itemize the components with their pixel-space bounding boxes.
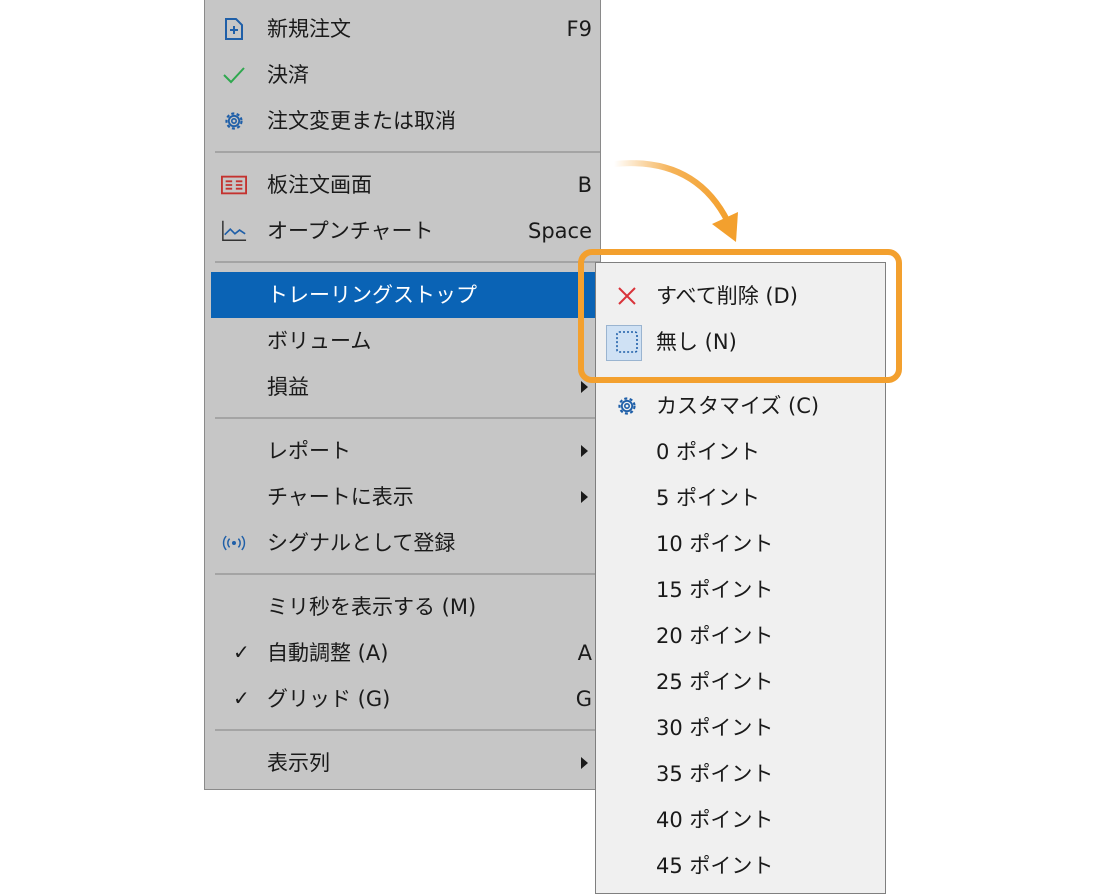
submenu-item-label: 10 ポイント (656, 532, 774, 556)
shortcut-label: F9 (566, 17, 592, 41)
submenu-item-points[interactable]: 30 ポイント (596, 705, 885, 751)
menu-item-modify-cancel[interactable]: 注文変更または取消 (211, 98, 600, 144)
menu-item-label: チャートに表示 (267, 485, 414, 509)
menu-item-label: レポート (267, 439, 351, 463)
menu-item-label: 決済 (267, 63, 309, 87)
callout-highlight-box (578, 249, 902, 383)
submenu-item-customize[interactable]: カスタマイズ (C) (596, 383, 885, 429)
menu-item-volume[interactable]: ボリューム (211, 318, 600, 364)
submenu-item-points[interactable]: 10 ポイント (596, 521, 885, 567)
signal-icon (221, 531, 247, 555)
submenu-item-label: 15 ポイント (656, 578, 774, 602)
menu-item-auto-adjust[interactable]: ✓ 自動調整 (A) A (211, 630, 600, 676)
menu-item-label: 新規注文 (267, 17, 351, 41)
submenu-item-label: 5 ポイント (656, 486, 761, 510)
menu-item-grid[interactable]: ✓ グリッド (G) G (211, 676, 600, 722)
menu-item-label: トレーリングストップ (267, 283, 477, 307)
menu-item-register-signal[interactable]: シグナルとして登録 (211, 520, 600, 566)
submenu-item-points[interactable]: 20 ポイント (596, 613, 885, 659)
menu-separator (215, 417, 600, 419)
submenu-item-label: 40 ポイント (656, 808, 774, 832)
submenu-item-label: 25 ポイント (656, 670, 774, 694)
order-board-icon (221, 173, 247, 197)
submenu-item-label: 30 ポイント (656, 716, 774, 740)
menu-item-report[interactable]: レポート (211, 428, 600, 474)
submenu-item-points[interactable]: 0 ポイント (596, 429, 885, 475)
menu-item-new-order[interactable]: 新規注文 F9 (211, 6, 600, 52)
menu-item-close-position[interactable]: 決済 (211, 52, 600, 98)
menu-item-label: ボリューム (267, 329, 372, 353)
menu-item-show-milliseconds[interactable]: ミリ秒を表示する (M) (211, 584, 600, 630)
gear-icon (221, 109, 247, 133)
shortcut-label: B (577, 173, 592, 197)
menu-item-label: 板注文画面 (267, 173, 372, 197)
shortcut-label: A (577, 641, 592, 665)
menu-item-label: 注文変更または取消 (267, 109, 456, 133)
menu-item-label: 表示列 (267, 751, 330, 775)
submenu-arrow-icon (581, 381, 588, 393)
submenu-item-label: カスタマイズ (C) (656, 394, 820, 418)
check-mark-icon: ✓ (233, 686, 250, 710)
check-mark-icon: ✓ (233, 640, 250, 664)
submenu-arrow-icon (581, 445, 588, 457)
submenu-item-points[interactable]: 15 ポイント (596, 567, 885, 613)
submenu-item-points[interactable]: 25 ポイント (596, 659, 885, 705)
shortcut-label: G (575, 687, 592, 711)
submenu-item-label: 20 ポイント (656, 624, 774, 648)
chart-icon (221, 219, 247, 243)
submenu-item-label: 45 ポイント (656, 854, 774, 878)
callout-arrow-icon (611, 160, 738, 242)
submenu-item-points[interactable]: 5 ポイント (596, 475, 885, 521)
menu-item-label: シグナルとして登録 (267, 531, 456, 555)
menu-separator (215, 573, 600, 575)
menu-item-trailing-stop[interactable]: トレーリングストップ (211, 272, 600, 318)
menu-item-label: オープンチャート (267, 219, 434, 243)
menu-item-order-board[interactable]: 板注文画面 B (211, 162, 600, 208)
menu-item-label: 自動調整 (A) (267, 641, 389, 665)
submenu-item-points[interactable]: 40 ポイント (596, 797, 885, 843)
menu-item-label: 損益 (267, 375, 309, 399)
submenu-item-label: 0 ポイント (656, 440, 761, 464)
menu-item-label: ミリ秒を表示する (M) (267, 595, 477, 619)
menu-separator (215, 261, 600, 263)
gear-icon (614, 394, 640, 418)
submenu-arrow-icon (581, 757, 588, 769)
submenu-arrow-icon (581, 491, 588, 503)
submenu-item-label: 35 ポイント (656, 762, 774, 786)
menu-item-show-on-chart[interactable]: チャートに表示 (211, 474, 600, 520)
menu-separator (215, 151, 600, 153)
menu-item-profit-loss[interactable]: 損益 (211, 364, 600, 410)
menu-item-label: グリッド (G) (267, 687, 391, 711)
menu-item-columns[interactable]: 表示列 (211, 740, 600, 786)
menu-item-open-chart[interactable]: オープンチャート Space (211, 208, 600, 254)
menu-separator (215, 729, 600, 731)
context-menu: 新規注文 F9 決済 注文変更または取消 板注文画面 B オープンチャート Sp… (204, 0, 601, 790)
checkmark-icon (221, 63, 247, 87)
new-order-icon (221, 17, 247, 41)
submenu-item-points[interactable]: 45 ポイント (596, 843, 885, 889)
submenu-item-points[interactable]: 35 ポイント (596, 751, 885, 797)
shortcut-label: Space (528, 219, 592, 243)
